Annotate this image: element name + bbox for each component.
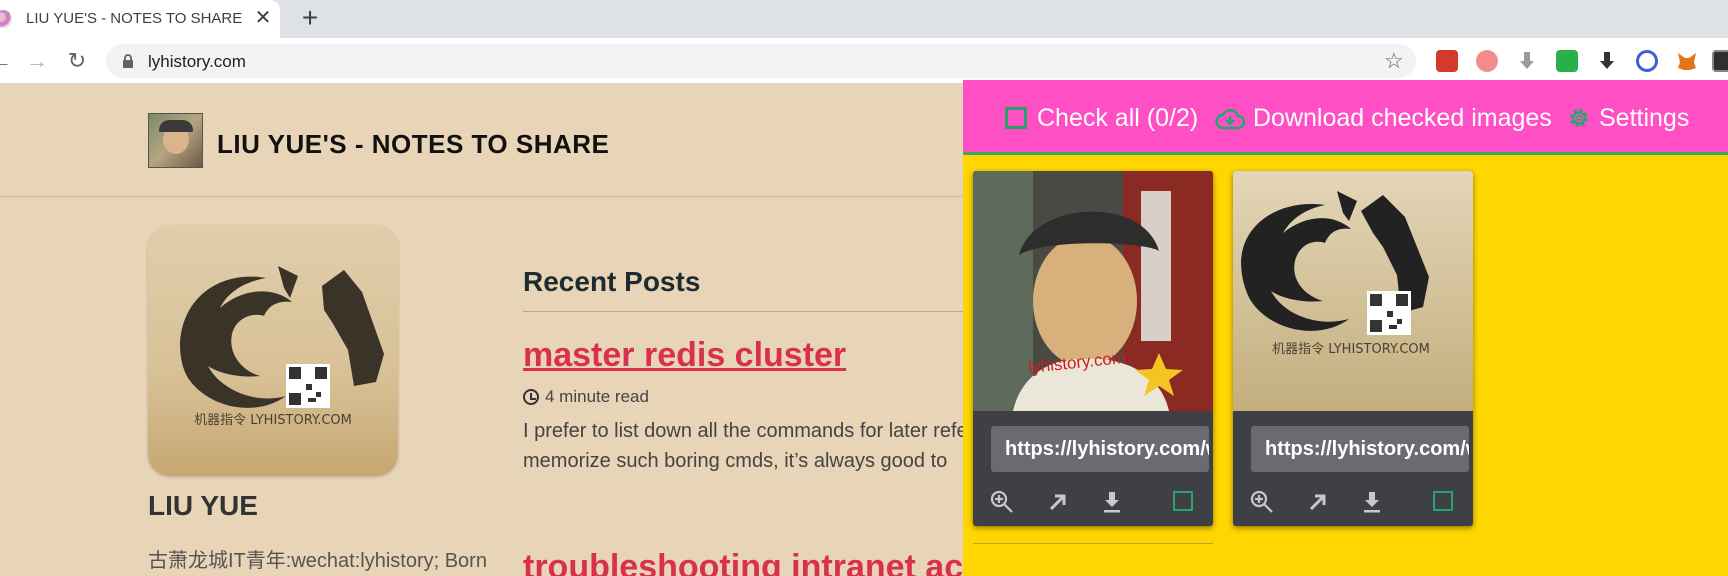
back-icon[interactable]: ← bbox=[0, 46, 16, 76]
check-all-label: Check all (0/2) bbox=[1037, 104, 1199, 132]
image-checkbox[interactable] bbox=[1433, 491, 1453, 511]
extension-header: Check all (0/2) Download checked images … bbox=[963, 80, 1728, 155]
image-card: 机器指令 LYHISTORY.COM https://lyhistory.com… bbox=[1233, 171, 1473, 526]
author-avatar: 机器指令 LYHISTORY.COM bbox=[148, 226, 398, 476]
dragon-logo-icon: 机器指令 LYHISTORY.COM bbox=[180, 266, 384, 428]
new-tab-button[interactable]: + bbox=[296, 4, 324, 33]
image-thumbnail[interactable]: lyhistory.com bbox=[973, 171, 1213, 411]
download-icon[interactable] bbox=[1099, 489, 1125, 515]
image-url-field[interactable]: https://lyhistory.com/wp-content/uploads… bbox=[991, 426, 1209, 472]
post-link[interactable]: master redis cluster bbox=[523, 336, 846, 375]
url-text: lyhistory.com bbox=[148, 52, 246, 71]
open-in-new-tab-icon[interactable] bbox=[1305, 489, 1331, 515]
gear-icon bbox=[1570, 109, 1588, 127]
extension-icon-blue[interactable] bbox=[1636, 50, 1658, 72]
dragon-logo-image: 机器指令 LYHISTORY.COM bbox=[1233, 171, 1473, 411]
download-dark-icon[interactable] bbox=[1596, 50, 1618, 72]
check-all-button[interactable]: Check all (0/2) bbox=[1005, 104, 1198, 133]
checkbox-icon bbox=[1005, 107, 1027, 129]
read-time-text: 4 minute read bbox=[545, 387, 649, 406]
lock-icon bbox=[123, 54, 133, 68]
site-title[interactable]: LIU YUE'S - NOTES TO SHARE bbox=[217, 129, 609, 160]
image-card: lyhistory.com https://lyhistory.com/wp-c… bbox=[973, 171, 1213, 526]
extension-icon-1[interactable] bbox=[1436, 50, 1458, 72]
record-icon[interactable] bbox=[1476, 50, 1498, 72]
excerpt-line: memorize such boring cmds, it’s always g… bbox=[523, 450, 948, 472]
bookmark-star-icon[interactable]: ☆ bbox=[1384, 48, 1404, 74]
excerpt-line: I prefer to list down all the commands f… bbox=[523, 420, 963, 442]
svg-text:机器指令 LYHISTORY.COM: 机器指令 LYHISTORY.COM bbox=[194, 413, 352, 428]
download-gray-icon[interactable] bbox=[1516, 50, 1538, 72]
list-divider bbox=[973, 543, 1213, 544]
forward-icon[interactable]: → bbox=[22, 46, 52, 76]
tab-title: LIU YUE'S - NOTES TO SHARE bbox=[26, 10, 243, 27]
post-excerpt: I prefer to list down all the commands f… bbox=[523, 416, 963, 476]
extension-icon-green[interactable] bbox=[1556, 50, 1578, 72]
image-downloader-panel: Check all (0/2) Download checked images … bbox=[963, 80, 1728, 576]
address-bar[interactable]: lyhistory.com ☆ bbox=[106, 44, 1416, 78]
portrait-image: lyhistory.com bbox=[973, 171, 1213, 411]
author-bio: 古萧龙城IT青年:wechat:lyhistory; Born bbox=[148, 550, 487, 572]
settings-button[interactable]: Settings bbox=[1567, 104, 1689, 133]
extension-icon-dark[interactable] bbox=[1712, 50, 1728, 72]
browser-toolbar: ← → ↻ lyhistory.com ☆ bbox=[0, 38, 1728, 84]
download-checked-button[interactable]: Download checked images bbox=[1215, 104, 1552, 133]
download-icon[interactable] bbox=[1359, 489, 1385, 515]
image-checkbox[interactable] bbox=[1173, 491, 1193, 511]
image-caption: 机器指令 LYHISTORY.COM bbox=[1272, 342, 1430, 357]
reload-icon[interactable]: ↻ bbox=[62, 46, 92, 76]
tab-close-icon[interactable]: ✕ bbox=[252, 7, 274, 29]
favicon-icon bbox=[0, 10, 12, 28]
image-thumbnail[interactable]: 机器指令 LYHISTORY.COM bbox=[1233, 171, 1473, 411]
cloud-download-icon bbox=[1215, 109, 1245, 130]
site-logo[interactable] bbox=[148, 113, 203, 168]
tab-strip: LIU YUE'S - NOTES TO SHARE ✕ + bbox=[0, 0, 1728, 38]
download-checked-label: Download checked images bbox=[1253, 104, 1552, 132]
heading-divider bbox=[523, 311, 963, 312]
image-url-field[interactable]: https://lyhistory.com/wp-content/uploads… bbox=[1251, 426, 1469, 472]
tab-active[interactable]: LIU YUE'S - NOTES TO SHARE ✕ bbox=[0, 0, 280, 38]
author-name: LIU YUE bbox=[148, 490, 258, 521]
clock-icon bbox=[523, 389, 539, 405]
zoom-in-icon[interactable] bbox=[1249, 489, 1275, 515]
metamask-fox-icon[interactable] bbox=[1676, 50, 1698, 72]
post-link[interactable]: troubleshooting intranet access bbox=[523, 548, 1039, 576]
image-actions bbox=[1233, 481, 1473, 521]
open-in-new-tab-icon[interactable] bbox=[1045, 489, 1071, 515]
image-actions bbox=[973, 481, 1213, 521]
read-time: 4 minute read bbox=[523, 387, 649, 407]
zoom-in-icon[interactable] bbox=[989, 489, 1015, 515]
recent-posts-heading: Recent Posts bbox=[523, 266, 701, 297]
settings-label: Settings bbox=[1599, 104, 1690, 132]
